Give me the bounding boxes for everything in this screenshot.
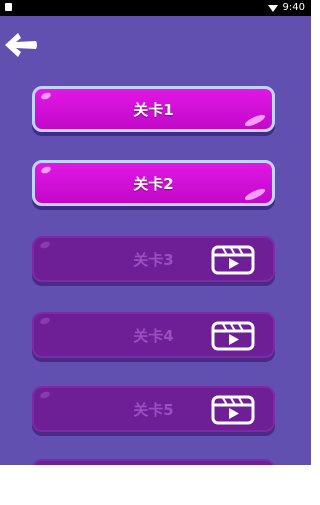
video-ad-icon (211, 395, 255, 425)
video-ad-icon (211, 321, 255, 351)
level-1-label: 关卡1 (133, 100, 174, 119)
status-right: 9:40 (267, 0, 305, 16)
level-5-button[interactable]: 关卡5 (32, 386, 275, 432)
app-screen: 9:40 关卡1 关卡2 关卡3 关卡4 关卡5 (0, 0, 311, 505)
level-1-button[interactable]: 关卡1 (32, 86, 275, 132)
wifi-icon (267, 4, 278, 12)
level-3-button[interactable]: 关卡3 (32, 236, 275, 282)
video-ad-icon (211, 245, 255, 275)
back-button[interactable] (3, 30, 39, 60)
app-notification-icon (5, 3, 12, 11)
bottom-blank-area (0, 465, 311, 505)
status-bar: 9:40 (0, 0, 311, 16)
level-2-label: 关卡2 (133, 174, 174, 193)
status-time: 9:40 (282, 2, 305, 13)
level-4-button[interactable]: 关卡4 (32, 312, 275, 358)
level-2-button[interactable]: 关卡2 (32, 160, 275, 206)
level-select-area: 关卡1 关卡2 关卡3 关卡4 关卡5 (0, 16, 311, 465)
back-arrow-icon (5, 33, 37, 57)
